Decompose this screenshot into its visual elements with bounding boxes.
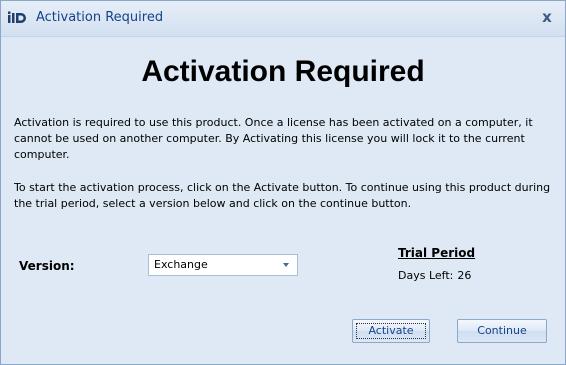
days-left-label: Days Left: bbox=[398, 269, 454, 282]
logo-icon bbox=[8, 11, 26, 23]
trial-instructions: To start the activation process, click o… bbox=[14, 181, 551, 210]
days-left: Days Left: 26 bbox=[398, 269, 471, 282]
continue-button-label: Continue bbox=[477, 324, 527, 337]
activation-dialog: Activation Required x Activation Require… bbox=[0, 0, 566, 365]
version-selected-value: Exchange bbox=[154, 258, 208, 271]
version-dropdown[interactable]: Exchange bbox=[148, 254, 298, 276]
days-left-value: 26 bbox=[457, 269, 472, 282]
continue-button[interactable]: Continue bbox=[457, 319, 547, 343]
activation-description: Activation is required to use this produ… bbox=[14, 116, 533, 161]
version-label: Version: bbox=[19, 259, 75, 273]
activate-button[interactable]: Activate bbox=[352, 319, 430, 343]
window-title: Activation Required bbox=[36, 10, 164, 25]
chevron-down-icon[interactable] bbox=[283, 263, 289, 267]
activate-button-label: Activate bbox=[368, 324, 414, 337]
close-icon[interactable]: x bbox=[537, 7, 557, 27]
dialog-body: Activation Required Activation is requir… bbox=[7, 37, 559, 357]
title-bar[interactable]: Activation Required x bbox=[1, 1, 565, 37]
trial-period-heading: Trial Period bbox=[398, 246, 476, 260]
page-title: Activation Required bbox=[141, 55, 425, 88]
